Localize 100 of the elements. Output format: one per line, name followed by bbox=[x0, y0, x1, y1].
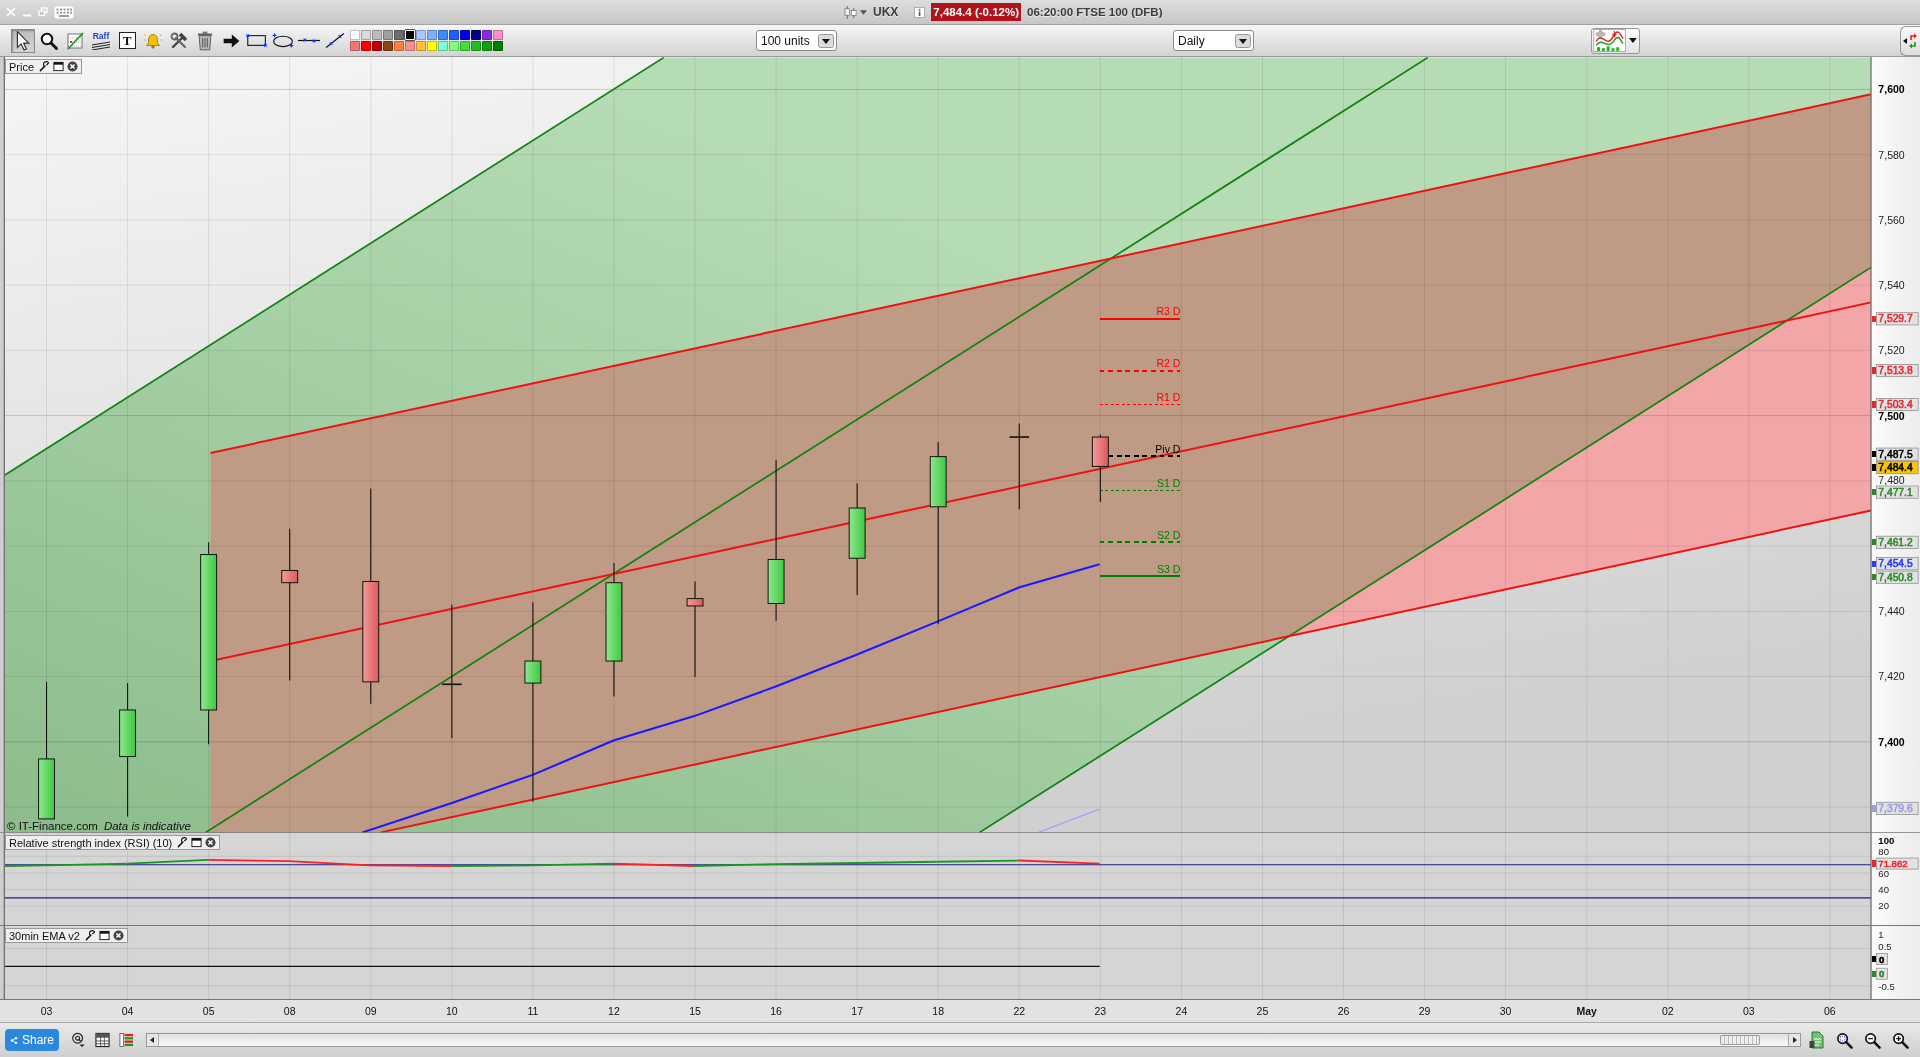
panel-title: Relative strength index (RSI) (10) bbox=[9, 836, 173, 849]
swap-arrows-icon bbox=[1908, 31, 1918, 50]
date-label: 09 bbox=[364, 1005, 377, 1017]
date-label: 03 bbox=[1742, 1005, 1755, 1017]
indicator-chart-icon bbox=[1593, 29, 1627, 52]
share-icon bbox=[10, 1034, 18, 1046]
document-icon[interactable] bbox=[1809, 1031, 1825, 1049]
date-label: 11 bbox=[527, 1005, 539, 1017]
price-tag: 7,503.4 bbox=[1876, 398, 1919, 411]
color-swatch[interactable] bbox=[405, 41, 415, 51]
magnifier-icon bbox=[39, 30, 59, 51]
indicators-button[interactable] bbox=[1591, 27, 1640, 54]
indicator-line bbox=[1037, 808, 1101, 833]
color-swatch[interactable] bbox=[427, 41, 437, 51]
pivot-label: Piv D bbox=[1155, 442, 1181, 455]
color-swatch[interactable] bbox=[416, 30, 426, 40]
close-icon[interactable] bbox=[205, 837, 217, 848]
price-badge: 7,484.4 (-0.12%) bbox=[931, 3, 1021, 21]
color-swatch[interactable] bbox=[350, 41, 360, 51]
text-tool[interactable]: T bbox=[118, 32, 136, 49]
color-swatch[interactable] bbox=[438, 30, 448, 40]
axis-label: 100 bbox=[1878, 834, 1895, 846]
scrollbar-thumb[interactable] bbox=[1720, 1035, 1760, 1045]
color-swatch[interactable] bbox=[361, 41, 371, 51]
date-label: 02 bbox=[1661, 1005, 1674, 1017]
color-swatch[interactable] bbox=[449, 30, 459, 40]
symbol-selector[interactable]: UKX bbox=[844, 4, 899, 20]
price-tag: 7,461.2 bbox=[1876, 535, 1919, 549]
date-label: 06 bbox=[1824, 1005, 1836, 1017]
color-swatch[interactable] bbox=[471, 30, 481, 40]
color-swatch[interactable] bbox=[361, 30, 371, 40]
color-swatch[interactable] bbox=[372, 41, 382, 51]
axis-label: 7,420 bbox=[1878, 670, 1905, 683]
price-tag: 7,484.4 bbox=[1876, 461, 1919, 475]
tool-button[interactable] bbox=[11, 28, 35, 53]
date-label: 03 bbox=[40, 1005, 53, 1017]
color-swatch[interactable] bbox=[372, 30, 382, 40]
axis-label: 40 bbox=[1878, 883, 1889, 895]
date-label: 24 bbox=[1175, 1005, 1188, 1017]
date-label: 18 bbox=[932, 1005, 945, 1017]
color-swatch[interactable] bbox=[482, 30, 492, 40]
wrench-icon[interactable] bbox=[84, 930, 96, 941]
price-tag: 7,477.1 bbox=[1876, 485, 1919, 499]
color-swatch[interactable] bbox=[416, 41, 426, 51]
wrench-icon[interactable] bbox=[39, 61, 51, 72]
close-icon[interactable] bbox=[67, 61, 79, 72]
price-tag: 7,529.7 bbox=[1876, 312, 1919, 326]
spreadsheet-icon[interactable] bbox=[95, 1032, 110, 1048]
pivot-label: S3 D bbox=[1157, 562, 1181, 575]
color-swatch[interactable] bbox=[383, 41, 393, 51]
date-label: 26 bbox=[1337, 1005, 1350, 1017]
share-button[interactable]: Share bbox=[5, 1029, 59, 1051]
restore-icon[interactable] bbox=[38, 7, 48, 17]
color-swatch[interactable] bbox=[493, 41, 503, 51]
color-swatch[interactable] bbox=[493, 30, 503, 40]
units-dropdown[interactable]: 100 units bbox=[756, 30, 837, 51]
raff-channel-tool[interactable]: Raff bbox=[89, 28, 113, 53]
pivot-label: S1 D bbox=[1157, 476, 1181, 489]
colored-bars-icon[interactable] bbox=[119, 1032, 134, 1048]
color-swatch[interactable] bbox=[427, 30, 437, 40]
keyboard-icon[interactable] bbox=[54, 5, 74, 19]
price-tag: 7,513.8 bbox=[1876, 364, 1919, 378]
wrench-icon[interactable] bbox=[177, 837, 189, 848]
price-tag: 7,379.6 bbox=[1876, 801, 1919, 815]
window-icon[interactable] bbox=[191, 837, 203, 848]
color-swatch[interactable] bbox=[438, 41, 448, 51]
color-swatch[interactable] bbox=[394, 30, 404, 40]
bearish-candle bbox=[1091, 434, 1109, 503]
color-swatch[interactable] bbox=[471, 41, 481, 51]
ellipse-icon bbox=[272, 33, 294, 48]
color-swatch[interactable] bbox=[460, 30, 470, 40]
info-icon[interactable] bbox=[914, 6, 926, 18]
color-swatch[interactable] bbox=[449, 41, 459, 51]
side-panel-toggle[interactable] bbox=[1900, 25, 1920, 56]
panel-title: Price bbox=[9, 60, 35, 73]
axis-label: 7,540 bbox=[1878, 279, 1905, 292]
zoom-out-icon[interactable] bbox=[1864, 1031, 1881, 1049]
color-swatch[interactable] bbox=[350, 30, 360, 40]
diagonal-line-icon bbox=[324, 33, 346, 48]
color-swatch[interactable] bbox=[383, 30, 393, 40]
zoom-fit-icon[interactable] bbox=[1836, 1031, 1853, 1049]
date-label: 12 bbox=[608, 1005, 620, 1017]
date-label: 30 bbox=[1499, 1005, 1512, 1017]
zoom-in-icon[interactable] bbox=[1892, 1031, 1909, 1049]
window-icon[interactable] bbox=[53, 61, 65, 72]
date-label: 22 bbox=[1013, 1005, 1026, 1017]
window-icon[interactable] bbox=[98, 930, 110, 941]
interval-dropdown[interactable]: Daily bbox=[1173, 30, 1254, 51]
panel-title: 30min EMA v2 bbox=[9, 929, 80, 942]
at-sign-icon[interactable] bbox=[71, 1032, 86, 1048]
axis-label: 7,400 bbox=[1878, 735, 1905, 748]
color-swatch[interactable] bbox=[394, 41, 404, 51]
color-swatch[interactable] bbox=[460, 41, 470, 51]
close-icon[interactable] bbox=[112, 930, 124, 941]
value-tag: 71.862 bbox=[1876, 857, 1919, 870]
date-label: 16 bbox=[770, 1005, 782, 1017]
color-swatch[interactable] bbox=[482, 41, 492, 51]
axis-label: 7,520 bbox=[1878, 344, 1905, 357]
quote-text: 06:20:00 FTSE 100 (DFB) bbox=[1027, 6, 1163, 18]
scrollbar[interactable] bbox=[146, 1033, 1801, 1047]
